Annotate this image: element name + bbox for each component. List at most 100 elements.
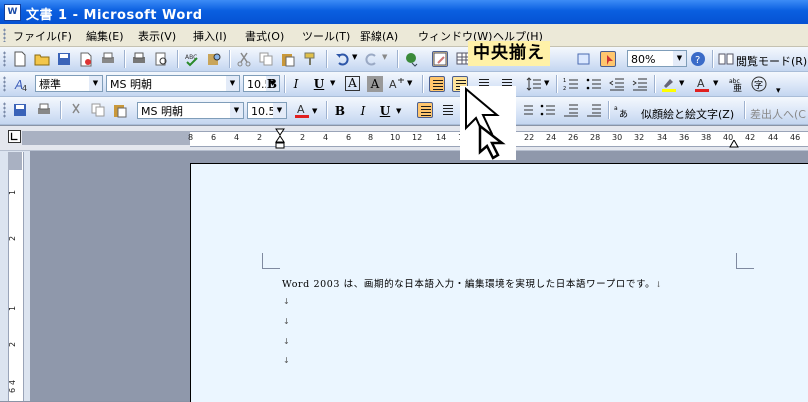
font-dropdown-arrow-icon[interactable]: ▼ <box>226 76 239 91</box>
font-dropdown-arrow-icon-2[interactable]: ▼ <box>230 103 243 118</box>
menu-edit[interactable]: 編集(E) <box>86 28 124 44</box>
show-hide-icon[interactable] <box>576 51 592 67</box>
reading-mode-button[interactable]: 閲覧モード(R) <box>736 53 807 69</box>
menu-view[interactable]: 表示(V) <box>138 28 176 44</box>
print-icon[interactable] <box>36 102 52 118</box>
decrease-indent-icon[interactable] <box>609 76 625 92</box>
insert-sender-button[interactable]: 差出人へ(C <box>750 106 806 122</box>
char-shading-icon[interactable]: A <box>367 76 383 92</box>
tables-borders-icon[interactable] <box>432 51 448 67</box>
font-color-dropdown-arrow-icon-2[interactable]: ▼ <box>312 107 317 115</box>
spelling-icon[interactable]: ABC <box>184 51 200 67</box>
reading-layout-icon[interactable] <box>718 51 734 67</box>
research-icon[interactable] <box>206 51 222 67</box>
redo-icon[interactable] <box>364 51 380 67</box>
bullets-icon[interactable] <box>586 76 602 92</box>
right-indent-marker-icon[interactable] <box>729 138 739 148</box>
font-size-dropdown-arrow-icon-2[interactable]: ▼ <box>273 103 286 118</box>
ruler-tick-label: 30 <box>612 133 623 142</box>
zoom-combo[interactable]: 80% ▼ <box>627 50 687 67</box>
char-scale-dropdown-arrow-icon[interactable]: ▼ <box>407 79 412 87</box>
empty-paragraph-mark[interactable]: ↓ <box>283 317 290 326</box>
bold-icon-2[interactable]: B <box>332 103 348 119</box>
help-icon[interactable]: ? <box>690 51 706 67</box>
decrease-indent-icon-2[interactable] <box>563 102 579 118</box>
menu-insert[interactable]: 挿入(I) <box>193 28 227 44</box>
menu-format[interactable]: 書式(O) <box>245 28 284 44</box>
numbering-icon-2[interactable] <box>518 102 534 118</box>
undo-icon[interactable] <box>334 51 350 67</box>
format-painter-icon[interactable] <box>302 51 318 67</box>
font-combo[interactable]: MS 明朝 ▼ <box>106 75 240 92</box>
word-app-icon[interactable]: W <box>4 4 21 21</box>
bold-icon[interactable]: B <box>264 76 280 92</box>
highlight-icon[interactable] <box>661 76 677 92</box>
undo-dropdown-arrow-icon[interactable]: ▼ <box>352 53 357 61</box>
permission-icon[interactable] <box>78 51 94 67</box>
save-icon[interactable] <box>56 51 72 67</box>
empty-paragraph-mark[interactable]: ↓ <box>283 297 290 306</box>
underline-dropdown-arrow-icon[interactable]: ▼ <box>330 79 335 87</box>
open-folder-icon[interactable] <box>34 51 50 67</box>
char-scale-icon[interactable]: A <box>389 76 405 92</box>
underline-icon[interactable]: U <box>311 76 327 92</box>
copy-icon[interactable] <box>90 102 106 118</box>
menubar-grip[interactable] <box>3 28 6 42</box>
bullets-icon-2[interactable] <box>540 102 556 118</box>
paste-icon[interactable] <box>280 51 296 67</box>
cut-icon[interactable] <box>68 102 84 118</box>
portrait-emoji-button[interactable]: 似顔絵と絵文字(Z) <box>641 106 734 122</box>
redo-dropdown-arrow-icon[interactable]: ▼ <box>382 53 387 61</box>
document-text-line[interactable]: Word 2003 は、画期的な日本語入力・編集環境を実現した日本語ワープロです… <box>282 276 663 290</box>
save-icon[interactable] <box>12 102 28 118</box>
print-preview-icon[interactable] <box>153 51 169 67</box>
highlight-dropdown-arrow-icon[interactable]: ▼ <box>679 79 684 87</box>
font-combo-2[interactable]: MS 明朝 ▼ <box>137 102 244 119</box>
align-left-icon[interactable] <box>429 76 445 92</box>
tab-selector-icon[interactable] <box>8 130 21 143</box>
toolbar-separator <box>124 50 125 68</box>
menu-tools[interactable]: ツール(T) <box>302 28 350 44</box>
paragraph-mark-icon[interactable] <box>600 51 616 67</box>
enclose-char-icon[interactable]: 字 <box>751 76 767 92</box>
hyperlink-icon[interactable] <box>404 51 420 67</box>
font-color-dropdown-arrow-icon[interactable]: ▼ <box>713 79 718 87</box>
line-spacing-dropdown-arrow-icon[interactable]: ▼ <box>544 79 549 87</box>
empty-paragraph-mark[interactable]: ↓ <box>283 356 290 365</box>
increase-indent-icon-2[interactable] <box>586 102 602 118</box>
align-left-icon-2[interactable] <box>417 102 433 118</box>
numbering-icon[interactable]: 12 <box>563 76 579 92</box>
underline-dropdown-arrow-icon-2[interactable]: ▼ <box>396 107 401 115</box>
italic-icon-2[interactable]: I <box>355 103 371 119</box>
empty-paragraph-mark[interactable]: ↓ <box>283 337 290 346</box>
toolbar-options-icon[interactable]: ▾ <box>776 86 781 96</box>
kana-icon[interactable]: aあ <box>614 102 630 118</box>
menu-table[interactable]: 罫線(A) <box>360 28 398 44</box>
char-border-icon[interactable]: A <box>345 76 360 91</box>
svg-text:あ: あ <box>619 109 628 118</box>
phonetic-guide-icon[interactable]: abc 亜 <box>729 76 745 92</box>
font-size-combo-2[interactable]: 10.5 ▼ <box>247 102 287 119</box>
cut-icon[interactable] <box>236 51 252 67</box>
toolbar-grip[interactable] <box>3 51 6 67</box>
underline-icon-2[interactable]: U <box>377 103 393 119</box>
style-dropdown-arrow-icon[interactable]: ▼ <box>89 76 102 91</box>
line-spacing-icon[interactable] <box>526 76 542 92</box>
font-color-icon-2[interactable]: A <box>294 102 310 118</box>
menu-file[interactable]: ファイル(F) <box>13 28 72 44</box>
align-center-icon-2[interactable] <box>440 102 456 118</box>
font-color-icon[interactable]: A <box>694 76 710 92</box>
new-document-icon[interactable] <box>12 51 28 67</box>
paste-icon[interactable] <box>112 102 128 118</box>
copy-icon[interactable] <box>258 51 274 67</box>
italic-icon[interactable]: I <box>288 76 304 92</box>
toolbar-grip[interactable] <box>3 76 6 92</box>
styles-formatting-icon[interactable]: A4 <box>14 76 30 92</box>
toolbar-grip[interactable] <box>3 102 6 118</box>
style-combo[interactable]: 標準 ▼ <box>35 75 103 92</box>
increase-indent-icon[interactable] <box>632 76 648 92</box>
print-icon[interactable] <box>100 51 116 67</box>
print-quick-icon[interactable] <box>131 51 147 67</box>
indent-marker-icon[interactable] <box>275 128 285 150</box>
zoom-dropdown-arrow-icon[interactable]: ▼ <box>673 51 686 66</box>
